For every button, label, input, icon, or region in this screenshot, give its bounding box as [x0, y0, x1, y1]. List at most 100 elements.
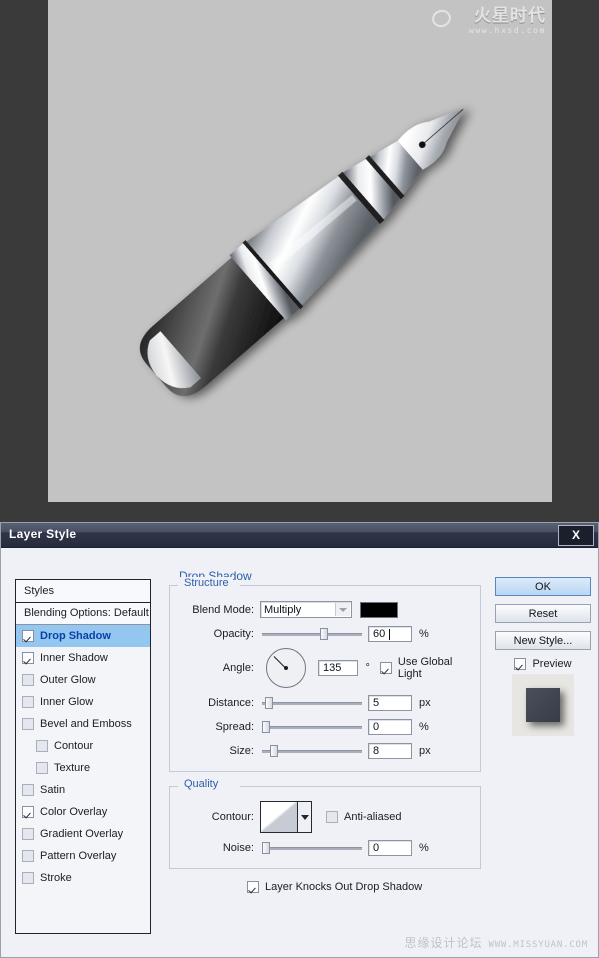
checkbox-color-overlay[interactable] [22, 806, 34, 818]
anti-aliased-toggle[interactable]: Anti-aliased [326, 811, 401, 823]
spread-unit: % [419, 720, 429, 733]
noise-unit: % [419, 841, 429, 854]
opacity-label: Opacity: [213, 627, 254, 640]
spread-input[interactable]: 0 [368, 718, 412, 735]
checkbox-drop-shadow[interactable] [22, 630, 34, 642]
checkbox-satin[interactable] [22, 784, 34, 796]
checkbox-stroke[interactable] [22, 872, 34, 884]
checkbox-outer-glow[interactable] [22, 674, 34, 686]
preview-toggle[interactable]: Preview [495, 658, 591, 670]
sidebar-item-texture[interactable]: Texture [16, 757, 150, 779]
sidebar-item-pattern-overlay[interactable]: Pattern Overlay [16, 845, 150, 867]
slider-thumb[interactable] [262, 841, 270, 854]
checkbox-pattern-overlay[interactable] [22, 850, 34, 862]
sidebar-item-label: Contour [54, 740, 94, 752]
preview-swatch [526, 688, 560, 722]
sidebar-item-inner-glow[interactable]: Inner Glow [16, 691, 150, 713]
blend-mode-label: Blend Mode: [192, 603, 254, 616]
checkbox-inner-glow[interactable] [22, 696, 34, 708]
checkbox-use-global-light[interactable] [379, 662, 392, 674]
opacity-input[interactable]: 60 [368, 625, 412, 642]
angle-input[interactable]: 135 [318, 660, 359, 676]
checkbox-anti-aliased[interactable] [326, 811, 338, 823]
sidebar-item-bevel-and-emboss[interactable]: Bevel and Emboss [16, 713, 150, 735]
settings-panel: Drop Shadow Structure Blend Mode: Multip… [169, 569, 481, 934]
sidebar-item-label: Inner Glow [40, 696, 94, 708]
opacity-slider[interactable] [262, 627, 362, 641]
sidebar-item-label: Color Overlay [40, 806, 108, 818]
slider-thumb[interactable] [320, 627, 328, 640]
angle-row: Angle: 135 ° Use Global Light [180, 647, 470, 689]
slider-track [262, 725, 362, 729]
structure-legend: Structure [180, 577, 233, 589]
styles-header[interactable]: Styles [16, 580, 150, 603]
size-input[interactable]: 8 [368, 742, 412, 759]
blend-mode-value: Multiply [264, 604, 302, 616]
blending-options-item[interactable]: Blending Options: Default [16, 603, 150, 625]
checkbox-contour[interactable] [36, 740, 48, 752]
preview-thumbnail [512, 674, 574, 736]
noise-row: Noise: 0 % [180, 837, 470, 858]
sidebar-item-gradient-overlay[interactable]: Gradient Overlay [16, 823, 150, 845]
checkbox-texture[interactable] [36, 762, 48, 774]
chevron-down-icon [335, 603, 350, 616]
watermark-missyuan-chinese: 思缘设计论坛 [404, 936, 483, 950]
ok-button[interactable]: OK [495, 577, 591, 596]
layer-knocks-out-toggle[interactable]: Layer Knocks Out Drop Shadow [247, 881, 481, 893]
checkbox-layer-knocks-out[interactable] [247, 881, 259, 893]
checkbox-gradient-overlay[interactable] [22, 828, 34, 840]
opacity-row: Opacity: 60 % [180, 623, 470, 644]
angle-dial[interactable] [266, 648, 306, 688]
dialog-titlebar[interactable]: Layer Style X [1, 523, 598, 548]
sidebar-item-satin[interactable]: Satin [16, 779, 150, 801]
contour-picker[interactable] [260, 801, 312, 833]
blend-mode-row: Blend Mode: Multiply [180, 599, 470, 620]
noise-input[interactable]: 0 [368, 839, 412, 856]
sidebar-item-drop-shadow[interactable]: Drop Shadow [16, 625, 150, 647]
shadow-color-swatch[interactable] [360, 601, 398, 618]
distance-slider[interactable] [262, 696, 362, 710]
slider-track [262, 846, 362, 850]
quality-group: Quality Contour: Anti-aliased Noise: 0 % [169, 778, 481, 869]
contour-swatch[interactable] [260, 801, 298, 833]
slider-thumb[interactable] [262, 720, 270, 733]
sidebar-item-label: Gradient Overlay [40, 828, 124, 840]
spread-slider[interactable] [262, 720, 362, 734]
styles-list-panel: Styles Blending Options: Default Drop Sh… [15, 579, 151, 934]
sidebar-item-stroke[interactable]: Stroke [16, 867, 150, 889]
checkbox-bevel-and-emboss[interactable] [22, 718, 34, 730]
contour-curve-icon [261, 802, 297, 832]
document-canvas[interactable]: 火星时代 www.hxsd.com [48, 0, 552, 502]
quality-legend: Quality [180, 778, 223, 790]
reset-button[interactable]: Reset [495, 604, 591, 623]
sidebar-item-outer-glow[interactable]: Outer Glow [16, 669, 150, 691]
slider-thumb[interactable] [265, 696, 273, 709]
noise-label: Noise: [222, 841, 254, 854]
distance-input[interactable]: 5 [368, 694, 412, 711]
blend-mode-select[interactable]: Multiply [260, 601, 352, 618]
sidebar-item-color-overlay[interactable]: Color Overlay [16, 801, 150, 823]
preview-label: Preview [532, 658, 572, 670]
checkbox-inner-shadow[interactable] [22, 652, 34, 664]
slider-track [262, 701, 362, 705]
sidebar-item-inner-shadow[interactable]: Inner Shadow [16, 647, 150, 669]
contour-row: Contour: Anti-aliased [180, 800, 470, 834]
sidebar-item-label: Stroke [40, 872, 72, 884]
use-global-light-label: Use Global Light [397, 656, 453, 680]
watermark-missyuan-url: WWW.MISSYUAN.COM [488, 940, 588, 950]
use-global-light-toggle[interactable]: Use Global Light [379, 656, 470, 680]
new-style-button[interactable]: New Style... [495, 631, 591, 650]
slider-thumb[interactable] [270, 744, 278, 757]
layer-style-dialog: Layer Style X Styles Blending Options: D… [0, 522, 599, 958]
watermark-missyuan: 思缘设计论坛 WWW.MISSYUAN.COM [404, 934, 588, 951]
size-label: Size: [229, 744, 254, 757]
checkbox-preview[interactable] [514, 658, 527, 670]
dialog-body: Styles Blending Options: Default Drop Sh… [1, 547, 598, 957]
noise-slider[interactable] [262, 841, 362, 855]
distance-label: Distance: [208, 696, 254, 709]
spread-row: Spread: 0 % [180, 716, 470, 737]
close-icon[interactable]: X [558, 525, 594, 546]
sidebar-item-contour[interactable]: Contour [16, 735, 150, 757]
chevron-down-icon[interactable] [298, 801, 312, 833]
size-slider[interactable] [262, 744, 362, 758]
